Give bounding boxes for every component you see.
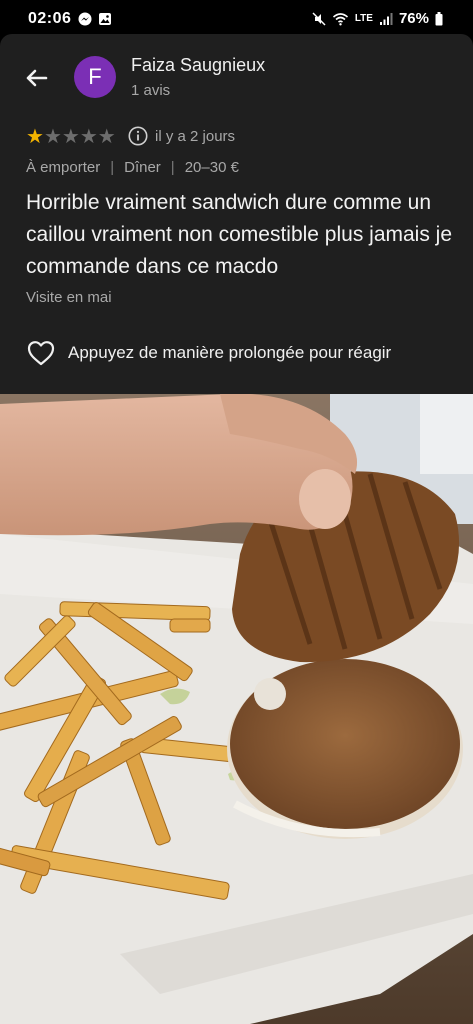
star-icon: ★ xyxy=(61,124,80,148)
battery-icon xyxy=(435,11,443,25)
lte-label: LTE xyxy=(354,12,373,24)
author-name[interactable]: Faiza Saugnieux xyxy=(131,55,265,76)
meta-price: 20–30 € xyxy=(184,159,239,176)
gallery-icon xyxy=(99,13,111,25)
mute-icon xyxy=(312,11,326,26)
meta-service: À emporter xyxy=(26,159,101,176)
heart-icon xyxy=(27,341,55,366)
status-time: 02:06 xyxy=(28,10,72,27)
star-icon: ★ xyxy=(43,124,62,148)
review-photo-image xyxy=(0,394,473,1024)
star-icon: ★ xyxy=(79,124,98,148)
battery-percent: 76% xyxy=(398,10,429,27)
review-card: F Faiza Saugnieux 1 avis ★ ★ ★ ★ ★ il y … xyxy=(0,34,473,394)
review-date: il y a 2 jours xyxy=(155,128,236,145)
info-icon[interactable] xyxy=(128,126,148,146)
back-arrow-icon[interactable] xyxy=(22,63,52,93)
react-button[interactable]: Appuyez de manière prolongée pour réagir xyxy=(26,339,391,367)
system-icons: LTE 76% xyxy=(312,10,443,27)
review-photo[interactable] xyxy=(0,394,473,1024)
review-text: Horrible vraiment sandwich dure comme un… xyxy=(26,191,453,278)
meta-separator: | xyxy=(110,159,115,176)
react-label: Appuyez de manière prolongée pour réagir xyxy=(68,343,392,362)
status-bar: 02:06 LTE 76% xyxy=(0,0,473,38)
meta-separator: | xyxy=(170,159,175,176)
review-meta: À emporter | Dîner | 20–30 € xyxy=(26,159,239,176)
visit-date: Visite en mai xyxy=(26,289,112,306)
author-review-count: 1 avis xyxy=(131,82,171,99)
messenger-icon xyxy=(78,12,92,26)
star-icon: ★ xyxy=(26,124,44,148)
avatar[interactable]: F xyxy=(74,56,116,98)
signal-icon xyxy=(379,12,393,25)
star-rating: ★ ★ ★ ★ ★ xyxy=(26,126,148,146)
notification-icons xyxy=(78,12,112,26)
wifi-icon xyxy=(332,12,348,25)
meta-meal: Dîner xyxy=(124,159,161,176)
star-icon: ★ xyxy=(97,124,116,148)
